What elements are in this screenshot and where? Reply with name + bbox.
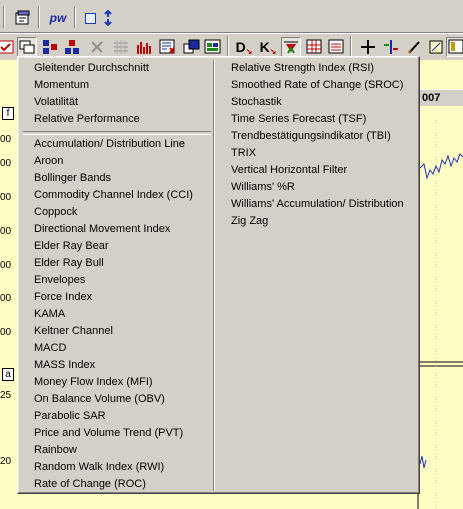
- indicator-menu: Gleitender Durchschnitt Momentum Volatil…: [17, 56, 420, 494]
- menu-item[interactable]: On Balance Volume (OBV): [21, 391, 213, 408]
- y-tick: 00: [0, 260, 12, 271]
- menu-item[interactable]: Money Flow Index (MFI): [21, 374, 213, 391]
- toolbar-separator: [227, 36, 229, 58]
- year-header: 007: [418, 89, 463, 106]
- tools-disabled-icon[interactable]: [87, 37, 107, 57]
- k-cursor-icon[interactable]: K ↘: [258, 37, 278, 57]
- menu-item[interactable]: Accumulation/ Distribution Line: [21, 136, 213, 153]
- menu-item[interactable]: Stochastik: [218, 94, 417, 111]
- menu-item[interactable]: Williams' %R: [218, 179, 417, 196]
- menu-item[interactable]: Elder Ray Bear: [21, 238, 213, 255]
- windows-tile-icon[interactable]: [203, 37, 223, 57]
- bar-chart-red-icon[interactable]: [135, 37, 155, 57]
- y-tick: 00: [0, 158, 12, 169]
- panel-marker[interactable]: a: [2, 368, 14, 381]
- menu-item[interactable]: Coppock: [21, 204, 213, 221]
- menu-item[interactable]: TRIX: [218, 145, 417, 162]
- menu-item[interactable]: MACD: [21, 340, 213, 357]
- sync-arrows-icon[interactable]: [98, 8, 118, 28]
- menu-item[interactable]: Momentum: [21, 77, 213, 94]
- menu-item[interactable]: Envelopes: [21, 272, 213, 289]
- menu-item[interactable]: Elder Ray Bull: [21, 255, 213, 272]
- menu-item[interactable]: Aroon: [21, 153, 213, 170]
- menu-item[interactable]: MASS Index: [21, 357, 213, 374]
- menu-item[interactable]: Smoothed Rate of Change (SROC): [218, 77, 417, 94]
- list-x-icon[interactable]: [158, 37, 178, 57]
- toolbar-top: pw: [0, 0, 463, 33]
- panel-marker[interactable]: f: [2, 107, 14, 120]
- arrows-icon[interactable]: [381, 37, 401, 57]
- y-tick: 00: [0, 293, 12, 304]
- menu-item[interactable]: Directional Movement Index: [21, 221, 213, 238]
- menu-item[interactable]: Williams' Accumulation/ Distribution: [218, 196, 417, 213]
- menu-item[interactable]: Price and Volume Trend (PVT): [21, 425, 213, 442]
- table-icon[interactable]: [326, 37, 346, 57]
- k-cursor-label: K: [259, 39, 270, 55]
- menu-item[interactable]: Volatilität: [21, 94, 213, 111]
- draw-tool-icon[interactable]: [426, 37, 446, 57]
- d-cursor-icon[interactable]: D ↘: [234, 37, 254, 57]
- y-tick: 00: [0, 226, 12, 237]
- y-tick: 20: [0, 456, 12, 467]
- y-tick: 00: [0, 134, 12, 145]
- window-stack-icon[interactable]: [17, 37, 37, 57]
- menu-separator: [21, 128, 213, 136]
- menu-column-right: Relative Strength Index (RSI) Smoothed R…: [218, 60, 417, 230]
- toolbar-separator: [74, 6, 76, 28]
- menu-item[interactable]: Relative Performance: [21, 111, 213, 128]
- menu-item[interactable]: Parabolic SAR: [21, 408, 213, 425]
- menu-item[interactable]: Time Series Forecast (TSF): [218, 111, 417, 128]
- menu-column-separator: [213, 60, 215, 491]
- price-line: [419, 153, 463, 180]
- menu-item[interactable]: Relative Strength Index (RSI): [218, 60, 417, 77]
- windows-cascade-icon[interactable]: [182, 37, 202, 57]
- chart-grid-icon[interactable]: [304, 37, 324, 57]
- toolbar-grip: [3, 6, 5, 28]
- grid-disabled-icon[interactable]: [111, 37, 131, 57]
- pencil-icon[interactable]: [404, 37, 424, 57]
- menu-item[interactable]: KAMA: [21, 306, 213, 323]
- crosshair-icon[interactable]: [358, 37, 378, 57]
- pw-logo-button[interactable]: pw: [46, 8, 70, 28]
- panel-icon[interactable]: [446, 37, 463, 57]
- y-tick: 00: [0, 192, 12, 203]
- chart-blocks-alt-icon[interactable]: [62, 37, 82, 57]
- menu-item[interactable]: Trendbestätigungsindikator (TBI): [218, 128, 417, 145]
- menu-item[interactable]: Commodity Channel Index (CCI): [21, 187, 213, 204]
- menu-item[interactable]: Zig Zag: [218, 213, 417, 230]
- checkmark-window-icon[interactable]: [0, 37, 16, 57]
- menu-item[interactable]: Bollinger Bands: [21, 170, 213, 187]
- menu-item[interactable]: Random Walk Index (RWI): [21, 459, 213, 476]
- toolbar-separator: [350, 36, 352, 58]
- zigzag-icon[interactable]: [281, 37, 301, 57]
- menu-column-left: Gleitender Durchschnitt Momentum Volatil…: [21, 60, 213, 493]
- menu-item[interactable]: Rate of Change (ROC): [21, 476, 213, 493]
- d-cursor-label: D: [235, 39, 246, 55]
- y-tick: 00: [0, 327, 12, 338]
- menu-item[interactable]: Keltner Channel: [21, 323, 213, 340]
- square-icon[interactable]: [80, 8, 100, 28]
- menu-item[interactable]: Vertical Horizontal Filter: [218, 162, 417, 179]
- properties-icon[interactable]: [13, 8, 33, 28]
- menu-item[interactable]: Rainbow: [21, 442, 213, 459]
- menu-item[interactable]: Gleitender Durchschnitt: [21, 60, 213, 77]
- menu-item[interactable]: Force Index: [21, 289, 213, 306]
- toolbar-separator: [38, 6, 40, 28]
- y-tick: 25: [0, 390, 12, 401]
- chart-blocks-icon[interactable]: [40, 37, 60, 57]
